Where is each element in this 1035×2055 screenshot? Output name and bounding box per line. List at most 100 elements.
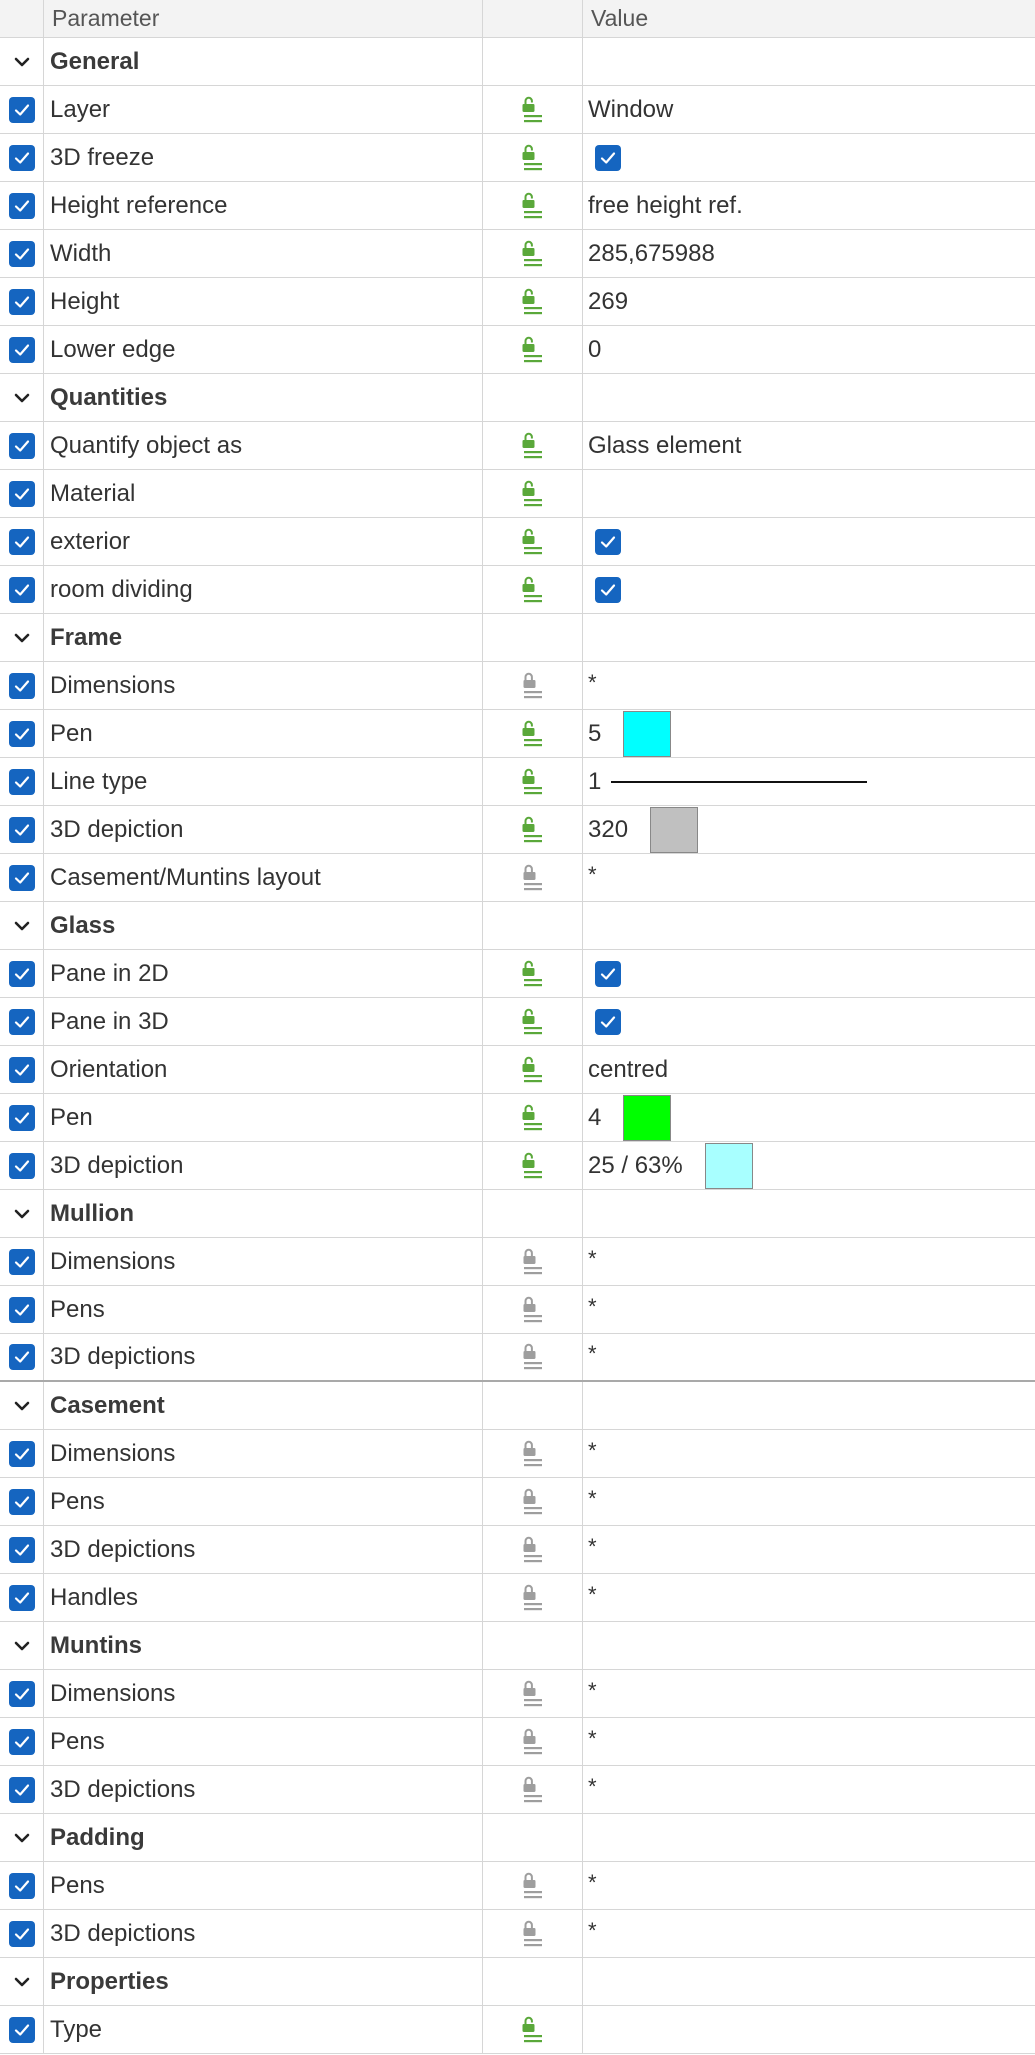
lock-cell[interactable] [483,1910,583,1957]
color-swatch[interactable] [623,1094,672,1141]
lock-closed-icon[interactable] [520,1246,546,1278]
param-row-line-type[interactable]: Line type 1 [0,758,1035,806]
value-cell[interactable]: Window [583,86,1035,133]
value-cell[interactable]: centred [583,1046,1035,1093]
row-checkbox-cell[interactable] [0,758,44,805]
group-row-muntins[interactable]: Muntins [0,1622,1035,1670]
value-checkbox[interactable] [595,960,621,987]
row-checkbox-cell[interactable] [0,230,44,277]
lock-closed-icon[interactable] [520,1774,546,1806]
row-checkbox[interactable] [8,1056,35,1083]
param-row-lower-edge[interactable]: Lower edge 0 [0,326,1035,374]
row-checkbox-cell[interactable] [0,1766,44,1813]
lock-cell[interactable] [483,1238,583,1285]
lock-open-icon[interactable] [520,1102,546,1134]
lock-cell[interactable] [483,1094,583,1141]
expand-toggle[interactable] [0,374,44,421]
lock-cell[interactable] [483,758,583,805]
value-cell[interactable] [583,518,1035,565]
chevron-down-icon[interactable] [9,625,35,651]
value-cell[interactable] [583,950,1035,997]
group-row-mullion[interactable]: Mullion [0,1190,1035,1238]
row-checkbox[interactable] [8,1248,35,1275]
value-cell[interactable]: * [583,1286,1035,1333]
chevron-down-icon[interactable] [9,1633,35,1659]
value-checkbox[interactable] [595,1008,621,1035]
value-cell[interactable]: 5 [583,710,1035,757]
lock-cell[interactable] [483,1478,583,1525]
row-checkbox-cell[interactable] [0,1286,44,1333]
lock-cell[interactable] [483,518,583,565]
lock-open-icon[interactable] [520,574,546,606]
expand-toggle[interactable] [0,1382,44,1429]
expand-toggle[interactable] [0,38,44,85]
row-checkbox[interactable] [8,864,35,891]
lock-open-icon[interactable] [520,958,546,990]
param-row-pens[interactable]: Pens * [0,1286,1035,1334]
expand-toggle[interactable] [0,1190,44,1237]
value-cell[interactable] [583,998,1035,1045]
param-row-3d-depictions[interactable]: 3D depictions * [0,1526,1035,1574]
value-cell[interactable] [583,2006,1035,2053]
row-checkbox-cell[interactable] [0,950,44,997]
row-checkbox[interactable] [8,816,35,843]
lock-cell[interactable] [483,470,583,517]
value-cell[interactable]: * [583,1862,1035,1909]
row-checkbox[interactable] [8,1536,35,1563]
param-row-quantify-object-as[interactable]: Quantify object as Glass element [0,422,1035,470]
param-row-dimensions[interactable]: Dimensions * [0,662,1035,710]
lock-open-icon[interactable] [520,766,546,798]
param-row-pens[interactable]: Pens * [0,1478,1035,1526]
value-cell[interactable]: Glass element [583,422,1035,469]
lock-open-icon[interactable] [520,430,546,462]
row-checkbox-cell[interactable] [0,1670,44,1717]
expand-toggle[interactable] [0,614,44,661]
lock-cell[interactable] [483,182,583,229]
value-cell[interactable]: * [583,1526,1035,1573]
param-row-height-reference[interactable]: Height reference free height ref. [0,182,1035,230]
lock-closed-icon[interactable] [520,1726,546,1758]
color-swatch[interactable] [650,806,699,853]
lock-closed-icon[interactable] [520,862,546,894]
value-cell[interactable]: * [583,1238,1035,1285]
lock-cell[interactable] [483,566,583,613]
row-checkbox[interactable] [8,1440,35,1467]
group-row-padding[interactable]: Padding [0,1814,1035,1862]
lock-cell[interactable] [483,1142,583,1189]
row-checkbox[interactable] [8,1344,35,1370]
param-row-pen[interactable]: Pen 5 [0,710,1035,758]
param-row-layer[interactable]: Layer Window [0,86,1035,134]
lock-cell[interactable] [483,422,583,469]
row-checkbox-cell[interactable] [0,1478,44,1525]
lock-open-icon[interactable] [520,142,546,174]
color-swatch[interactable] [623,710,672,757]
row-checkbox-cell[interactable] [0,470,44,517]
lock-cell[interactable] [483,710,583,757]
lock-cell[interactable] [483,230,583,277]
row-checkbox-cell[interactable] [0,2006,44,2053]
row-checkbox[interactable] [8,1488,35,1515]
lock-open-icon[interactable] [520,814,546,846]
param-row-handles[interactable]: Handles * [0,1574,1035,1622]
value-cell[interactable]: * [583,1670,1035,1717]
param-row-dimensions[interactable]: Dimensions * [0,1430,1035,1478]
row-checkbox[interactable] [8,480,35,507]
lock-open-icon[interactable] [520,238,546,270]
lock-open-icon[interactable] [520,478,546,510]
row-checkbox[interactable] [8,672,35,699]
row-checkbox-cell[interactable] [0,1334,44,1380]
row-checkbox[interactable] [8,1152,35,1179]
value-cell[interactable] [583,470,1035,517]
row-checkbox-cell[interactable] [0,86,44,133]
row-checkbox[interactable] [8,1008,35,1035]
lock-closed-icon[interactable] [520,1582,546,1614]
expand-toggle[interactable] [0,1622,44,1669]
lock-cell[interactable] [483,1334,583,1380]
lock-cell[interactable] [483,2006,583,2053]
value-checkbox[interactable] [595,528,621,555]
lock-closed-icon[interactable] [520,1294,546,1326]
lock-open-icon[interactable] [520,334,546,366]
row-checkbox[interactable] [8,2016,35,2043]
row-checkbox[interactable] [8,1680,35,1707]
param-row-height[interactable]: Height 269 [0,278,1035,326]
